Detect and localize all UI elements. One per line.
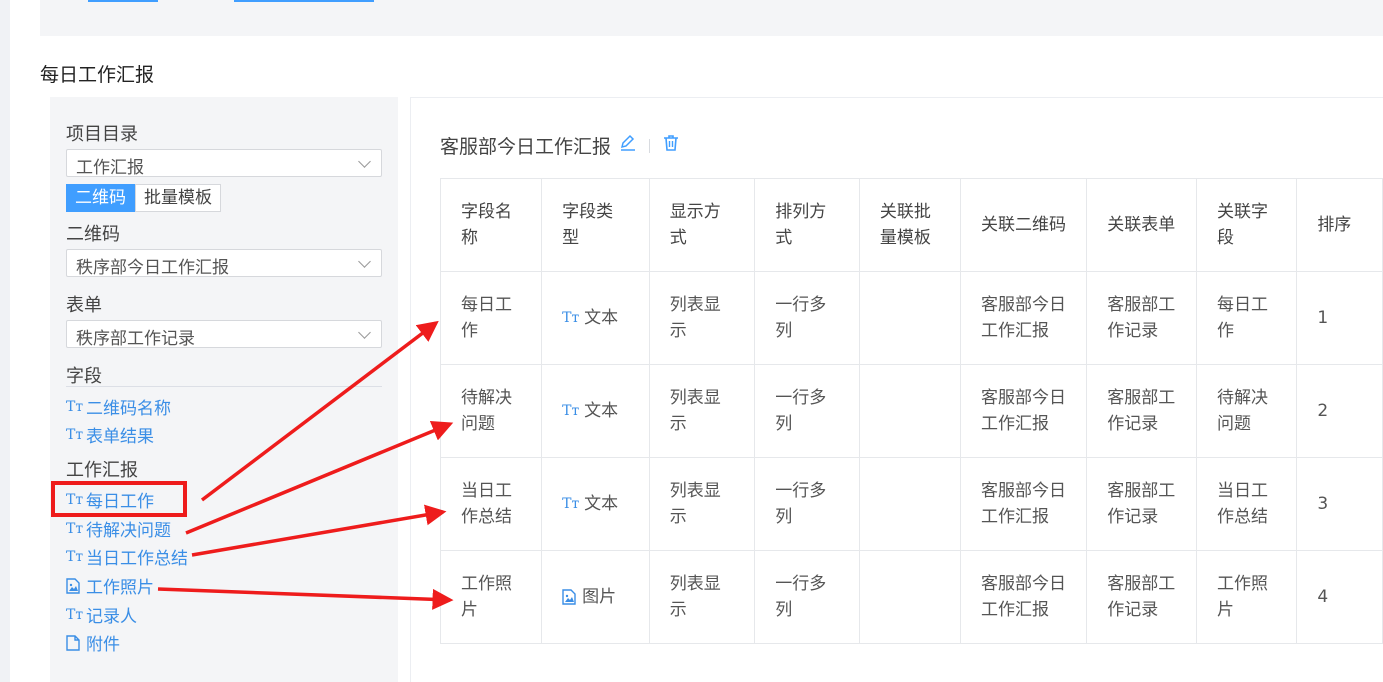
column-header: 字段名称 bbox=[439, 178, 543, 272]
cell-field: 当日工作总结 bbox=[1196, 457, 1298, 551]
cell-field-type: Tт 文本 bbox=[541, 364, 650, 458]
field-item[interactable]: Tт 当日工作总结 bbox=[66, 544, 188, 570]
column-header: 关联表单 bbox=[1086, 178, 1198, 272]
cell-field-type: Tт 文本 bbox=[541, 457, 650, 551]
qrcode-select-value: 秩序部今日工作汇报 bbox=[76, 258, 229, 278]
cell-qrcode: 客服部今日工作汇报 bbox=[960, 271, 1088, 365]
cell-arrange: 一行多列 bbox=[754, 457, 860, 551]
edit-icon[interactable] bbox=[619, 134, 637, 157]
cell-form: 客服部工作记录 bbox=[1086, 271, 1198, 365]
cell-display: 列表显示 bbox=[648, 550, 756, 644]
cell-arrange: 一行多列 bbox=[754, 271, 860, 365]
section-title: 每日工作汇报 bbox=[40, 64, 155, 86]
cell-batch-template bbox=[858, 364, 962, 458]
cell-field: 工作照片 bbox=[1196, 550, 1298, 644]
cell-field-name: 待解决问题 bbox=[439, 364, 543, 458]
tab-qrcode[interactable]: 二维码 bbox=[66, 184, 135, 212]
cell-display: 列表显示 bbox=[648, 364, 756, 458]
qrcode-label: 二维码 bbox=[66, 224, 120, 245]
cell-qrcode: 客服部今日工作汇报 bbox=[960, 457, 1088, 551]
text-type-icon: Tт bbox=[66, 606, 84, 623]
table-row[interactable]: 当日工作总结 Tт 文本 列表显示 一行多列 客服部今日工作汇报 客服部工作记录 … bbox=[439, 457, 1383, 551]
chevron-down-icon bbox=[358, 155, 371, 168]
table-title-bar: 客服部今日工作汇报 bbox=[440, 132, 680, 159]
table-row[interactable]: 每日工作 Tт 文本 列表显示 一行多列 客服部今日工作汇报 客服部工作记录 每日… bbox=[439, 271, 1383, 365]
chevron-down-icon bbox=[358, 255, 371, 268]
cell-batch-template bbox=[858, 457, 962, 551]
table-row[interactable]: 待解决问题 Tт 文本 列表显示 一行多列 客服部今日工作汇报 客服部工作记录 待… bbox=[439, 364, 1383, 458]
top-link-underline[interactable] bbox=[88, 0, 158, 2]
field-item[interactable]: 附件 bbox=[66, 630, 120, 655]
chevron-down-icon bbox=[358, 326, 371, 339]
image-file-icon bbox=[562, 589, 582, 605]
cell-arrange: 一行多列 bbox=[754, 364, 860, 458]
cell-field-name: 每日工作 bbox=[439, 271, 543, 365]
cell-qrcode: 客服部今日工作汇报 bbox=[960, 550, 1088, 644]
text-type-icon: Tт bbox=[562, 496, 580, 512]
group-label: 工作汇报 bbox=[66, 460, 138, 481]
field-item[interactable]: Tт 表单结果 bbox=[66, 422, 154, 448]
cell-form: 客服部工作记录 bbox=[1086, 550, 1198, 644]
field-item[interactable]: Tт 二维码名称 bbox=[66, 394, 171, 420]
form-select[interactable]: 秩序部工作记录 bbox=[66, 320, 382, 349]
text-type-icon: Tт bbox=[66, 520, 84, 537]
project-label: 项目目录 bbox=[66, 124, 138, 145]
cell-form: 客服部工作记录 bbox=[1086, 364, 1198, 458]
text-type-icon: Tт bbox=[562, 310, 580, 326]
form-select-value: 秩序部工作记录 bbox=[76, 329, 195, 349]
cell-batch-template bbox=[858, 550, 962, 644]
text-type-icon: Tт bbox=[562, 403, 580, 419]
column-header: 排列方式 bbox=[754, 178, 860, 272]
table-row[interactable]: 工作照片 图片 列表显示 一行多列 客服部今日工作汇报 客服部工作记录 工作照片… bbox=[439, 550, 1383, 644]
cell-field-name: 当日工作总结 bbox=[439, 457, 543, 551]
title-divider bbox=[649, 138, 651, 153]
cell-order: 2 bbox=[1296, 364, 1383, 458]
cell-display: 列表显示 bbox=[648, 271, 756, 365]
text-type-icon: Tт bbox=[66, 398, 84, 415]
annotation-highlight-box bbox=[51, 481, 187, 517]
project-select-value: 工作汇报 bbox=[76, 158, 144, 178]
fields-label: 字段 bbox=[66, 366, 102, 387]
fields-divider bbox=[66, 386, 382, 387]
cell-arrange: 一行多列 bbox=[754, 550, 860, 644]
cell-form: 客服部工作记录 bbox=[1086, 457, 1198, 551]
tab-batch-template[interactable]: 批量模板 bbox=[135, 184, 221, 212]
column-header: 显示方式 bbox=[648, 178, 756, 272]
image-file-icon bbox=[66, 577, 86, 594]
field-item[interactable]: Tт 记录人 bbox=[66, 602, 137, 628]
text-type-icon: Tт bbox=[66, 426, 84, 443]
cell-field-name: 工作照片 bbox=[439, 550, 543, 644]
field-item[interactable]: Tт 待解决问题 bbox=[66, 516, 171, 542]
cell-order: 4 bbox=[1296, 550, 1383, 644]
project-select[interactable]: 工作汇报 bbox=[66, 149, 382, 178]
table-header-row: 字段名称 字段类型 显示方式 排列方式 关联批量模板 关联二维码 关联表单 关联… bbox=[439, 178, 1383, 272]
cell-batch-template bbox=[858, 271, 962, 365]
cell-order: 3 bbox=[1296, 457, 1383, 551]
cell-field-type: 图片 bbox=[541, 550, 650, 644]
column-header: 字段类型 bbox=[541, 178, 650, 272]
cell-field: 待解决问题 bbox=[1196, 364, 1298, 458]
top-link-underline[interactable] bbox=[234, 0, 374, 2]
cell-order: 1 bbox=[1296, 271, 1383, 365]
column-header: 关联批量模板 bbox=[858, 178, 962, 272]
column-header: 关联字段 bbox=[1196, 178, 1298, 272]
text-type-icon: Tт bbox=[66, 548, 84, 565]
cell-field: 每日工作 bbox=[1196, 271, 1298, 365]
field-config-table: 字段名称 字段类型 显示方式 排列方式 关联批量模板 关联二维码 关联表单 关联… bbox=[439, 178, 1383, 644]
cell-qrcode: 客服部今日工作汇报 bbox=[960, 364, 1088, 458]
cell-display: 列表显示 bbox=[648, 457, 756, 551]
top-toolbar-strip bbox=[40, 0, 1383, 36]
file-icon bbox=[66, 634, 86, 651]
delete-icon[interactable] bbox=[662, 134, 680, 157]
column-header: 关联二维码 bbox=[960, 178, 1088, 272]
source-type-tabs: 二维码 批量模板 bbox=[66, 184, 221, 212]
column-header: 排序 bbox=[1296, 178, 1383, 272]
table-title: 客服部今日工作汇报 bbox=[440, 136, 612, 158]
form-label: 表单 bbox=[66, 295, 102, 316]
qrcode-select[interactable]: 秩序部今日工作汇报 bbox=[66, 249, 382, 278]
field-item[interactable]: 工作照片 bbox=[66, 573, 154, 598]
cell-field-type: Tт 文本 bbox=[541, 271, 650, 365]
